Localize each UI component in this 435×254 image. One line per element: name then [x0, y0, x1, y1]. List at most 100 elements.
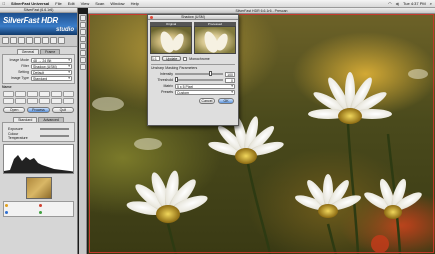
presets-select[interactable]: Custom — [175, 89, 235, 95]
tool-icon[interactable] — [18, 37, 25, 44]
tool-icon[interactable] — [34, 37, 41, 44]
color-readout — [3, 201, 74, 217]
zoom-tool-icon[interactable] — [80, 22, 86, 28]
monochrome-checkbox[interactable] — [183, 56, 188, 61]
menubar-clock[interactable]: Tue 4:37 PM — [403, 1, 426, 6]
menu-help[interactable]: Help — [128, 1, 142, 6]
matrix-label: Matrix — [163, 84, 173, 88]
frame-control[interactable] — [27, 91, 38, 97]
tab-standard[interactable]: Standard — [13, 117, 38, 122]
threshold-label: Threshold — [157, 78, 173, 82]
intensity-slider[interactable] — [175, 71, 223, 76]
exposure-slider[interactable] — [40, 127, 69, 130]
update-button[interactable]: Update — [162, 56, 182, 61]
menu-app-name[interactable]: SilverFast Universal — [8, 1, 52, 6]
colour-temperature-slider[interactable] — [40, 134, 69, 137]
frame-control[interactable] — [15, 98, 26, 104]
rotate-tool-icon[interactable] — [80, 43, 86, 49]
frame-control[interactable] — [15, 91, 26, 97]
histogram-graph — [4, 155, 73, 173]
menu-file[interactable]: File — [52, 1, 64, 6]
field-row: Image Type Standard — [5, 75, 72, 81]
daisy-photo — [92, 69, 428, 254]
color-value — [39, 210, 72, 216]
zoom-select[interactable]: 1:1 — [151, 56, 160, 61]
slider-knob[interactable] — [208, 71, 212, 76]
pointer-tool-icon[interactable] — [80, 15, 86, 21]
intensity-label: Intensity — [159, 72, 173, 76]
presets-label: Presets — [161, 90, 173, 94]
prescan-image[interactable] — [88, 14, 435, 254]
red-dot-icon — [39, 204, 42, 208]
frame-control[interactable] — [3, 91, 14, 97]
setting-select[interactable]: Default — [31, 69, 72, 75]
adjust-group: Exposure Colour Temperature — [2, 122, 75, 142]
open-button[interactable]: Open — [3, 107, 26, 113]
blue-dot-icon — [5, 210, 8, 214]
wifi-icon[interactable]: ◠ — [388, 1, 392, 6]
preview-pair: Original Processed — [148, 20, 238, 54]
before-image[interactable] — [150, 26, 192, 54]
tool-icon[interactable] — [42, 37, 49, 44]
frame-controls — [0, 90, 77, 105]
eyedropper-tool-icon[interactable] — [80, 36, 86, 42]
frame-control[interactable] — [51, 98, 62, 104]
orange-dot-icon — [5, 204, 8, 208]
field-label: Image Mode — [9, 58, 29, 62]
info-tool-icon[interactable] — [80, 64, 86, 70]
brand-sub: studio — [56, 27, 74, 33]
field-label: Image Type — [10, 76, 29, 80]
tab-frame[interactable]: Frame — [40, 49, 61, 54]
tool-icon[interactable] — [50, 37, 57, 44]
process-button[interactable]: Process — [27, 107, 50, 113]
filter-select[interactable]: Shadow (USM) — [31, 63, 72, 69]
cancel-button[interactable]: Cancel — [199, 98, 215, 104]
crop-tool-icon[interactable] — [80, 29, 86, 35]
tool-icon[interactable] — [2, 37, 9, 44]
menu-scan[interactable]: Scan — [92, 1, 107, 6]
slider-knob[interactable] — [175, 77, 178, 82]
after-image[interactable] — [194, 26, 236, 54]
spotlight-icon[interactable]: ⌕ — [430, 1, 432, 6]
tool-icon[interactable] — [10, 37, 17, 44]
tab-advanced[interactable]: Advanced — [38, 117, 64, 122]
prescan-window: SilverFast HDR 6.6.1r6 - Prescan — [88, 8, 435, 254]
mirror-tool-icon[interactable] — [80, 50, 86, 56]
tool-icon[interactable] — [26, 37, 33, 44]
tool-icon[interactable] — [58, 37, 65, 44]
ok-button[interactable]: OK — [218, 98, 234, 104]
volume-icon[interactable]: ◂) — [396, 1, 399, 6]
before-preview: Original — [150, 22, 192, 54]
image-type-select[interactable]: Standard — [31, 75, 72, 81]
threshold-value[interactable]: 0 — [225, 77, 235, 83]
menu-window[interactable]: Window — [107, 1, 127, 6]
tab-general[interactable]: General — [16, 49, 40, 54]
monochrome-label: Monochrome — [189, 56, 210, 61]
ruler-tool-icon[interactable] — [80, 57, 86, 63]
menu-view[interactable]: View — [78, 1, 93, 6]
field-label: Filter — [21, 64, 29, 68]
close-icon[interactable] — [150, 16, 153, 19]
image-mode-select[interactable]: 48 → 24 Bit — [31, 57, 72, 63]
apple-menu-icon[interactable]:  — [0, 1, 8, 6]
thumbnail-preview[interactable] — [25, 177, 52, 199]
sub-tabs: Standard Advanced — [0, 115, 77, 122]
frame-control[interactable] — [3, 98, 14, 104]
color-value — [39, 203, 72, 209]
shadow-dialog: Shadow (USM) Original Processed 1:1 Upda… — [147, 14, 239, 126]
action-buttons: Open Process Quit — [0, 105, 77, 115]
dialog-title-text: Shadow (USM) — [181, 15, 205, 19]
frame-control[interactable] — [51, 91, 62, 97]
frame-control[interactable] — [63, 98, 74, 104]
frame-control[interactable] — [39, 98, 50, 104]
matrix-select[interactable]: 5 x 5 Pixel — [175, 83, 235, 89]
field-label: Setting — [18, 70, 29, 74]
frame-control[interactable] — [27, 98, 38, 104]
frame-control[interactable] — [63, 91, 74, 97]
intensity-value[interactable]: 100 — [225, 71, 235, 77]
menu-edit[interactable]: Edit — [65, 1, 78, 6]
dialog-buttons: Cancel OK — [148, 95, 238, 106]
frame-control[interactable] — [39, 91, 50, 97]
threshold-slider[interactable] — [175, 77, 223, 82]
quit-button[interactable]: Quit — [51, 107, 74, 113]
